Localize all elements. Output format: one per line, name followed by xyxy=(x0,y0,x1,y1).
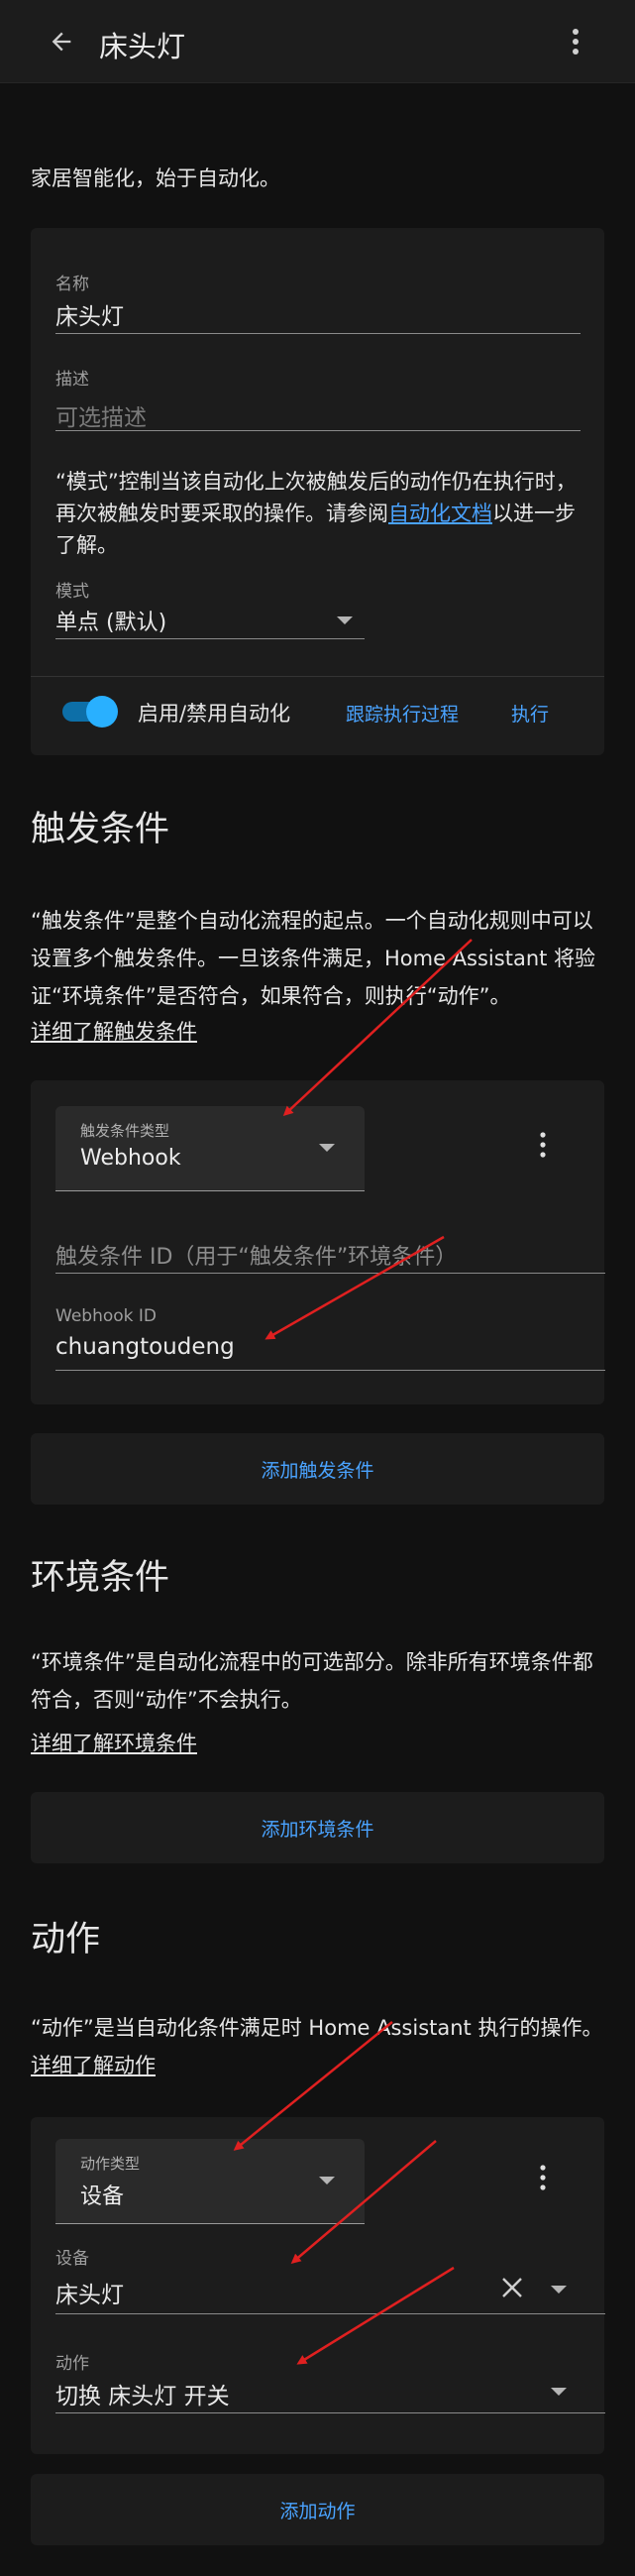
description-underline xyxy=(55,430,581,431)
add-action-button[interactable]: 添加动作 xyxy=(31,2474,604,2545)
name-field[interactable]: 床头灯 xyxy=(55,297,124,331)
enable-toggle-label: 启用/禁用自动化 xyxy=(138,702,291,726)
add-trigger-button[interactable]: 添加触发条件 xyxy=(31,1433,604,1505)
name-label: 名称 xyxy=(55,275,89,294)
webhook-id-label: Webhook ID xyxy=(55,1306,157,1326)
webhook-id-field[interactable]: chuangtoudeng xyxy=(55,1334,235,1360)
trigger-type-label: 触发条件类型 xyxy=(80,1122,170,1140)
action-type-value: 设备 xyxy=(80,2184,125,2209)
triggers-description: “触发条件”是整个自动化流程的起点。一个自动化规则中可以设置多个触发条件。一旦该… xyxy=(31,909,596,1008)
description-field[interactable]: 可选描述 xyxy=(55,398,147,432)
mode-dropdown-icon[interactable] xyxy=(337,616,353,624)
trigger-type-dropdown-icon xyxy=(319,1144,335,1152)
trigger-menu-icon[interactable] xyxy=(533,1128,553,1162)
description-label: 描述 xyxy=(55,370,89,390)
trace-button[interactable]: 跟踪执行过程 xyxy=(346,700,459,727)
action-dropdown-icon[interactable] xyxy=(551,2388,567,2396)
device-label: 设备 xyxy=(55,2249,89,2269)
conditions-heading: 环境条件 xyxy=(31,1558,170,1598)
action-type-label: 动作类型 xyxy=(80,2155,141,2173)
action-type-select[interactable]: 动作类型 设备 xyxy=(55,2139,365,2224)
mode-help-text: “模式”控制当该自动化上次被触发后的动作仍在执行时，再次被触发时要采取的操作。请… xyxy=(55,466,581,561)
actions-description: “动作”是当自动化条件满足时 Home Assistant 执行的操作。 xyxy=(31,2016,603,2040)
action-select[interactable]: 切换 床头灯 开关 xyxy=(55,2377,230,2410)
app-toolbar: 床头灯 xyxy=(0,0,635,83)
device-select[interactable]: 床头灯 xyxy=(55,2276,124,2309)
clear-icon[interactable] xyxy=(500,2276,524,2299)
intro-text: 家居智能化，始于自动化。 xyxy=(31,167,280,190)
page-title: 床头灯 xyxy=(99,30,186,63)
mode-label: 模式 xyxy=(55,582,89,602)
mode-select[interactable]: 单点 (默认) xyxy=(55,605,166,636)
device-underline xyxy=(55,2313,605,2314)
mode-underline xyxy=(55,638,365,639)
triggers-heading: 触发条件 xyxy=(31,810,170,849)
device-dropdown-icon[interactable] xyxy=(551,2286,567,2294)
webhook-id-underline xyxy=(55,1370,605,1371)
action-label: 动作 xyxy=(55,2354,89,2374)
card-divider xyxy=(31,676,604,677)
trigger-type-select[interactable]: 触发条件类型 Webhook xyxy=(55,1106,365,1191)
actions-learn-more-link[interactable]: 详细了解动作 xyxy=(31,2047,156,2084)
trigger-id-field[interactable]: 触发条件 ID（用于“触发条件”环境条件） xyxy=(55,1239,457,1271)
trigger-type-value: Webhook xyxy=(80,1146,181,1171)
action-menu-icon[interactable] xyxy=(533,2161,553,2194)
action-underline xyxy=(55,2412,605,2413)
run-button[interactable]: 执行 xyxy=(511,700,549,727)
automation-editor: 床头灯 家居智能化，始于自动化。 名称 床头灯 描述 可选描述 “模式”控制当该… xyxy=(0,0,635,2576)
overflow-menu-icon[interactable] xyxy=(561,22,590,61)
settings-card: 名称 床头灯 描述 可选描述 “模式”控制当该自动化上次被触发后的动作仍在执行时… xyxy=(31,228,604,755)
automation-docs-link[interactable]: 自动化文档 xyxy=(388,502,492,525)
trigger-card: 触发条件类型 Webhook 触发条件 ID（用于“触发条件”环境条件） Web… xyxy=(31,1080,605,1404)
add-condition-button[interactable]: 添加环境条件 xyxy=(31,1792,604,1863)
name-underline xyxy=(55,333,581,334)
actions-heading: 动作 xyxy=(31,1920,101,1960)
action-type-dropdown-icon xyxy=(319,2177,335,2184)
conditions-description: “环境条件”是自动化流程中的可选部分。除非所有环境条件都符合，否则“动作”不会执… xyxy=(31,1650,593,1712)
back-arrow-icon[interactable] xyxy=(42,22,81,61)
action-card: 动作类型 设备 设备 床头灯 动作 切换 床头灯 开关 xyxy=(31,2117,605,2454)
triggers-learn-more-link[interactable]: 详细了解触发条件 xyxy=(31,1013,197,1051)
enable-toggle-knob[interactable] xyxy=(86,696,118,728)
trigger-id-underline xyxy=(55,1273,605,1274)
conditions-learn-more-link[interactable]: 详细了解环境条件 xyxy=(31,1725,197,1762)
